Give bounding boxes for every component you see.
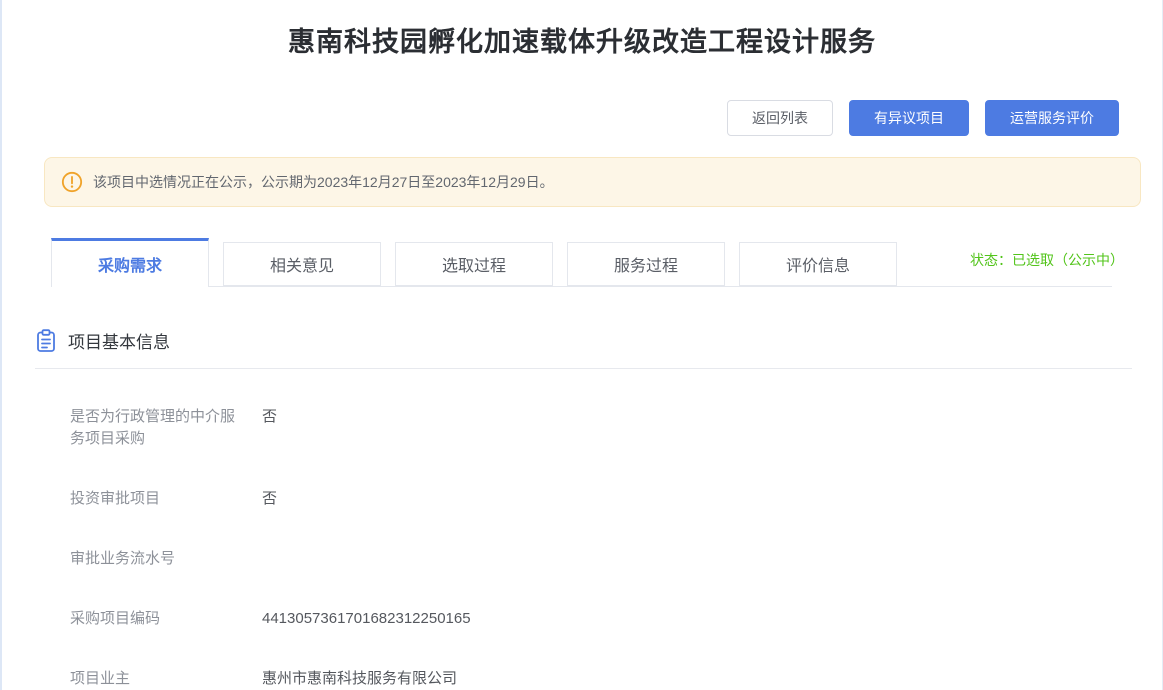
field-row-project-owner: 项目业主 惠州市惠南科技服务有限公司: [70, 668, 1122, 690]
public-notice-banner: 该项目中选情况正在公示，公示期为2023年12月27日至2023年12月29日。: [44, 157, 1141, 207]
objection-project-button[interactable]: 有异议项目: [849, 100, 969, 136]
section-header-basic-info: 项目基本信息: [35, 328, 1132, 369]
field-label: 审批业务流水号: [70, 548, 242, 570]
field-label: 是否为行政管理的中介服务项目采购: [70, 406, 242, 450]
basic-info-form: 是否为行政管理的中介服务项目采购 否 投资审批项目 否 审批业务流水号 采购项目…: [70, 406, 1122, 690]
operation-service-evaluation-button[interactable]: 运营服务评价: [985, 100, 1119, 136]
tab-bar: 采购需求 相关意见 选取过程 服务过程 评价信息 状态：已选取（公示中）: [51, 238, 1112, 287]
field-value: 否: [262, 406, 277, 450]
tab-service-process[interactable]: 服务过程: [567, 242, 725, 286]
field-value: 否: [262, 488, 277, 510]
field-row-procurement-project-code: 采购项目编码 4413057361701682312250165: [70, 608, 1122, 630]
back-to-list-button[interactable]: 返回列表: [727, 100, 833, 136]
section-title: 项目基本信息: [68, 328, 170, 353]
field-value: 惠州市惠南科技服务有限公司: [262, 668, 457, 690]
tab-evaluation-info[interactable]: 评价信息: [739, 242, 897, 286]
tab-related-opinions[interactable]: 相关意见: [223, 242, 381, 286]
field-row-investment-approval: 投资审批项目 否: [70, 488, 1122, 510]
field-label: 投资审批项目: [70, 488, 242, 510]
page-title: 惠南科技园孵化加速载体升级改造工程设计服务: [2, 0, 1162, 59]
tab-selection-process[interactable]: 选取过程: [395, 242, 553, 286]
field-row-approval-serial-number: 审批业务流水号: [70, 548, 1122, 570]
toolbar: 返回列表 有异议项目 运营服务评价: [2, 100, 1119, 136]
status-badge: 状态：已选取（公示中）: [970, 250, 1124, 270]
notice-text: 该项目中选情况正在公示，公示期为2023年12月27日至2023年12月29日。: [93, 172, 554, 192]
field-label: 采购项目编码: [70, 608, 242, 630]
tab-procurement-demand[interactable]: 采购需求: [51, 238, 209, 287]
clipboard-icon: [35, 329, 57, 353]
field-row-intermediary-procurement: 是否为行政管理的中介服务项目采购 否: [70, 406, 1122, 450]
field-label: 项目业主: [70, 668, 242, 690]
field-value: 4413057361701682312250165: [262, 608, 471, 630]
warning-circle-icon: [61, 171, 83, 193]
